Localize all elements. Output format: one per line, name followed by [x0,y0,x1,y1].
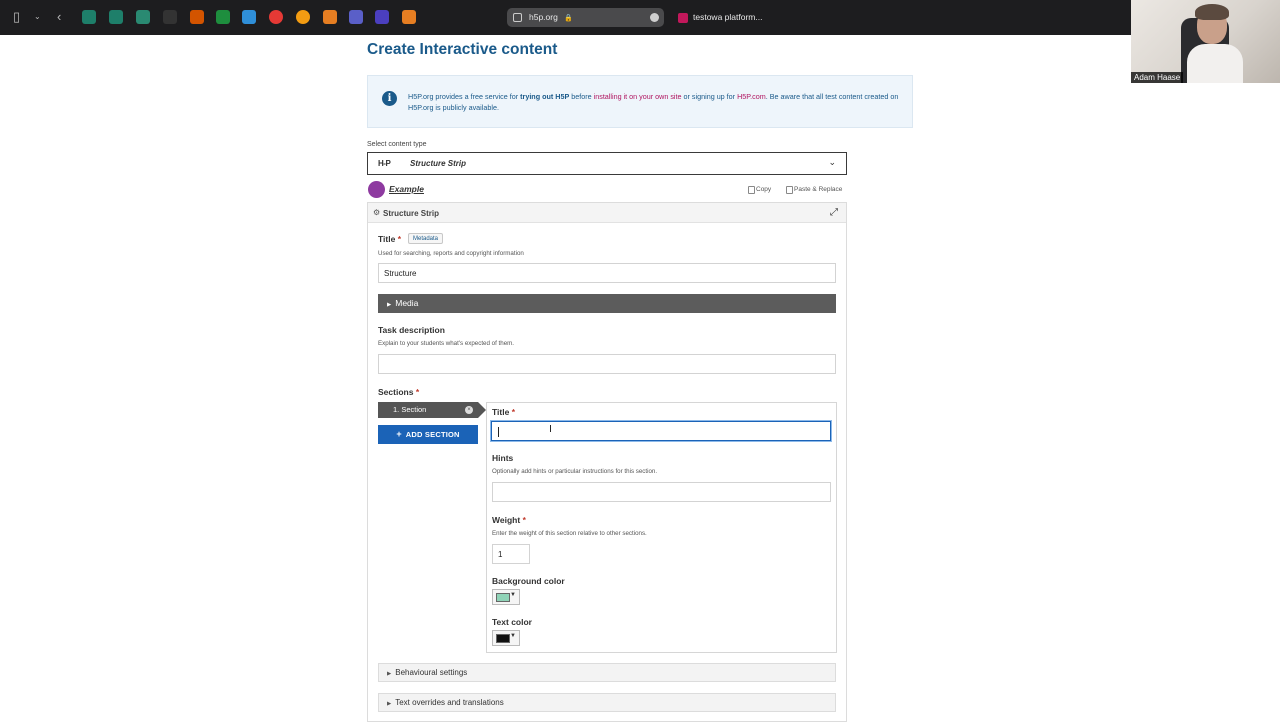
section-title-input[interactable] [491,421,831,441]
bookmark-icon[interactable] [323,10,337,24]
copy-button[interactable]: Copy [747,184,771,195]
paste-replace-button[interactable]: Paste & Replace [785,184,842,195]
browser-tab[interactable]: testowa platform... [677,8,777,27]
notice-text: H5P.org provides a free service for tryi… [408,92,899,112]
example-row: Example Copy Paste & Replace [367,180,847,198]
text-color-picker[interactable]: ▼ [492,630,520,646]
media-toggle[interactable]: ▶ Media [378,294,836,313]
site-favicon-icon [513,13,522,22]
webcam-overlay: Adam Haase [1131,0,1280,83]
section-title-label: Title * [492,407,516,417]
text-overrides-toggle[interactable]: ▶ Text overrides and translations [378,693,836,712]
text-color-label: Text color [492,617,532,627]
chevron-down-icon: ⌄ [828,157,836,167]
add-section-button[interactable]: + ADD SECTION [378,425,478,444]
title-input[interactable]: Structure [378,263,836,283]
example-link[interactable]: Example [389,184,424,194]
task-description-input[interactable] [378,354,836,374]
content-type-select[interactable]: H-P Structure Strip ⌄ [367,152,847,175]
info-icon: i [382,91,397,106]
lock-icon: 🔒 [564,15,573,22]
background-color-label: Background color [492,576,565,586]
bookmark-icon[interactable] [109,10,123,24]
sections-label: Sections * [378,387,420,397]
bookmark-icon[interactable] [163,10,177,24]
example-avatar [368,181,385,198]
hints-input[interactable] [492,482,831,502]
gear-icon: ⚙ [373,208,381,217]
dropdown-arrow-icon: ▼ [510,592,516,598]
editor-header-title: Structure Strip [383,209,440,218]
section-tab[interactable]: 1. Section × [378,402,486,418]
mouse-cursor-icon: I [549,424,552,435]
h5p-logo: H-P [378,159,391,168]
hints-label: Hints [492,453,514,463]
task-description-hint: Explain to your students what's expected… [378,340,515,347]
bookmark-icon[interactable] [242,10,256,24]
text-color-swatch [496,634,510,643]
bookmark-icon[interactable] [349,10,363,24]
weight-label: Weight * [492,515,526,525]
info-notice: i H5P.org provides a free service for tr… [367,75,913,128]
back-arrow-icon[interactable]: ‹ [57,9,61,25]
behavioural-settings-toggle[interactable]: ▶ Behavioural settings [378,663,836,682]
expand-icon[interactable]: ⤢ [830,207,838,218]
select-content-type-label: Select content type [367,141,427,148]
webcam-name: Adam Haase [1131,72,1184,83]
h5p-com-link[interactable]: H5P.com [737,92,766,101]
weight-input[interactable]: 1 [492,544,530,564]
tab-title: testowa platform... [693,12,763,22]
dropdown-arrow-icon: ▼ [510,633,516,639]
sidebar-toggle-icon[interactable]: ▯ [13,9,20,25]
page-title: Create Interactive content [367,41,558,58]
sheets-icon[interactable] [216,10,230,24]
bookmark-icon[interactable] [375,10,389,24]
address-text: h5p.org [529,12,558,22]
title-label: Title * [378,234,402,244]
metadata-button[interactable]: Metadata [408,233,444,244]
content-type-value: Structure Strip [410,159,467,168]
weight-description: Enter the weight of this section relativ… [492,530,647,537]
browser-toolbar: ▯ ⌄ ‹ h5p.org 🔒 testowa platform... [0,0,1280,35]
editor-header: ⚙ Structure Strip ⤢ [368,203,846,223]
install-link[interactable]: installing it on your own site [594,92,682,101]
hints-description: Optionally add hints or particular instr… [492,468,658,475]
chevron-down-icon[interactable]: ⌄ [34,9,41,25]
bookmark-icon[interactable] [296,10,310,24]
bookmark-icon[interactable] [402,10,416,24]
tab-favicon-icon [678,13,688,23]
background-color-picker[interactable]: ▼ [492,589,520,605]
background-color-swatch [496,593,510,602]
address-bar[interactable]: h5p.org 🔒 [507,8,664,27]
title-description: Used for searching, reports and copyrigh… [378,250,524,257]
bookmark-icon[interactable] [136,10,150,24]
remove-section-icon[interactable]: × [465,406,473,414]
text-caret [498,427,499,437]
bookmark-icon[interactable] [190,10,204,24]
bookmark-icon[interactable] [269,10,283,24]
task-description-label: Task description [378,325,445,335]
bookmark-icon[interactable] [82,10,96,24]
more-icon[interactable] [650,13,659,22]
